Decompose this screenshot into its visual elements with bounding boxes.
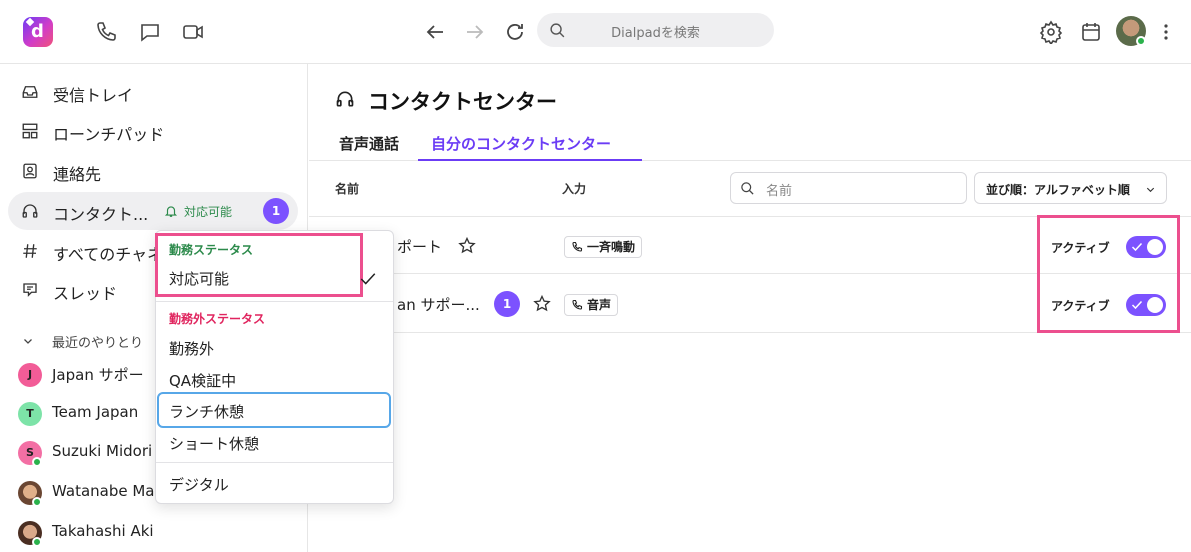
main-content: コンタクトセンター 音声通話 自分のコンタクトセンター 名前 入力 名前 並び順… <box>309 64 1191 552</box>
inbox-icon <box>22 86 38 98</box>
tab-bar: 音声通話 自分のコンタクトセンター <box>309 128 1191 161</box>
sidebar-item-label: コンタクト... <box>53 205 149 224</box>
status-option-lunch-break[interactable]: ランチ休憩 <box>169 401 244 422</box>
launchpad-icon <box>22 123 38 139</box>
status-option-digital[interactable]: デジタル <box>169 474 229 495</box>
sidebar-item-label: すべてのチャネ <box>53 245 164 264</box>
status-dropdown-menu: 勤務ステータス 対応可能 勤務外ステータス 勤務外 QA検証中 ランチ休憩 ショ… <box>155 230 394 504</box>
divider <box>156 462 393 463</box>
tab-voice-calls[interactable]: 音声通話 <box>339 133 399 154</box>
status-option-available[interactable]: 対応可能 <box>169 268 229 289</box>
search-placeholder: 名前 <box>766 184 793 199</box>
notification-badge: 1 <box>263 198 289 224</box>
sidebar-item-contacts[interactable]: 連絡先 <box>8 152 298 190</box>
avatar: J <box>18 363 42 387</box>
sidebar-item-label: ローンチパッド <box>53 125 165 144</box>
video-icon[interactable] <box>181 20 205 44</box>
recent-item-name: Takahashi Aki <box>52 522 154 540</box>
toggle-highlight-box <box>1037 215 1180 333</box>
dialpad-logo[interactable]: d <box>23 17 53 47</box>
checkmark-icon <box>360 273 376 285</box>
search-placeholder: Dialpadを検索 <box>611 26 700 41</box>
recent-item-name: Japan サポー <box>52 366 144 384</box>
headset-icon <box>22 204 38 218</box>
sidebar-item-label: 連絡先 <box>53 165 102 184</box>
sidebar-item-label: スレッド <box>53 284 118 303</box>
column-header-name: 名前 <box>335 182 360 196</box>
star-icon[interactable] <box>457 236 477 256</box>
work-status-header: 勤務ステータス <box>169 243 254 257</box>
recent-item-name: Watanabe Ma <box>52 482 155 500</box>
channel-chip: 音声 <box>564 294 619 316</box>
channel-label: 音声 <box>587 298 612 312</box>
phone-icon <box>572 299 583 310</box>
chevron-down-icon <box>24 339 32 344</box>
headset-icon <box>336 91 354 107</box>
phone-icon[interactable] <box>94 20 118 44</box>
recent-header-label: 最近のやりとり <box>52 336 144 351</box>
avatar: T <box>18 402 42 426</box>
recent-item-name: Suzuki Midori <box>52 442 153 460</box>
calendar-icon[interactable] <box>1079 20 1103 44</box>
status-label: 対応可能 <box>184 205 233 219</box>
presence-online-dot <box>32 457 42 467</box>
channel-chip: 一斉鳴動 <box>564 236 643 258</box>
off-duty-status-header: 勤務外ステータス <box>169 312 266 326</box>
sidebar-item-label: 受信トレイ <box>53 86 134 105</box>
sidebar-item-launchpad[interactable]: ローンチパッド <box>8 112 298 150</box>
sidebar-item-inbox[interactable]: 受信トレイ <box>8 73 298 111</box>
search-icon <box>741 182 754 195</box>
chevron-down-icon <box>1146 187 1155 193</box>
presence-online-dot <box>1136 36 1146 46</box>
more-vertical-icon[interactable] <box>1154 20 1178 44</box>
threads-icon <box>23 283 37 297</box>
presence-online-dot <box>32 497 42 507</box>
divider <box>156 301 393 302</box>
tab-my-contact-center[interactable]: 自分のコンタクトセンター <box>431 133 611 154</box>
hash-icon <box>23 244 37 258</box>
sort-dropdown-button[interactable]: 並び順：アルファベット順 <box>974 172 1167 204</box>
page-title: コンタクトセンター <box>368 90 557 114</box>
settings-gear-icon[interactable] <box>1039 20 1063 44</box>
recent-item-name: Team Japan <box>52 403 139 421</box>
active-tab-indicator <box>418 159 642 161</box>
forward-arrow-icon[interactable] <box>463 20 487 44</box>
column-header-input: 入力 <box>562 182 587 196</box>
status-option-off-duty[interactable]: 勤務外 <box>169 338 214 359</box>
top-bar: d Dialpadを検索 <box>0 0 1191 64</box>
status-option-qa[interactable]: QA検証中 <box>169 370 236 391</box>
status-option-short-break[interactable]: ショート休憩 <box>169 433 259 454</box>
channel-label: 一斉鳴動 <box>587 240 636 254</box>
row-name: an サポー... <box>397 296 480 314</box>
presence-online-dot <box>32 537 42 547</box>
sort-label: 並び順：アルファベット順 <box>986 183 1130 197</box>
notification-badge: 1 <box>494 291 520 317</box>
sidebar-item-contact-center[interactable]: コンタクト... 対応可能 1 <box>8 192 298 230</box>
contacts-icon <box>23 163 37 179</box>
chat-icon[interactable] <box>138 20 162 44</box>
bell-icon <box>164 206 178 217</box>
global-search-input[interactable]: Dialpadを検索 <box>537 13 774 47</box>
name-search-input[interactable]: 名前 <box>730 172 967 204</box>
recent-item[interactable]: Takahashi Aki <box>18 518 308 548</box>
back-arrow-icon[interactable] <box>423 20 447 44</box>
star-icon[interactable] <box>532 294 552 314</box>
row-name: ポート <box>397 238 443 256</box>
refresh-icon[interactable] <box>503 20 527 44</box>
ring-all-phone-icon <box>572 241 583 252</box>
